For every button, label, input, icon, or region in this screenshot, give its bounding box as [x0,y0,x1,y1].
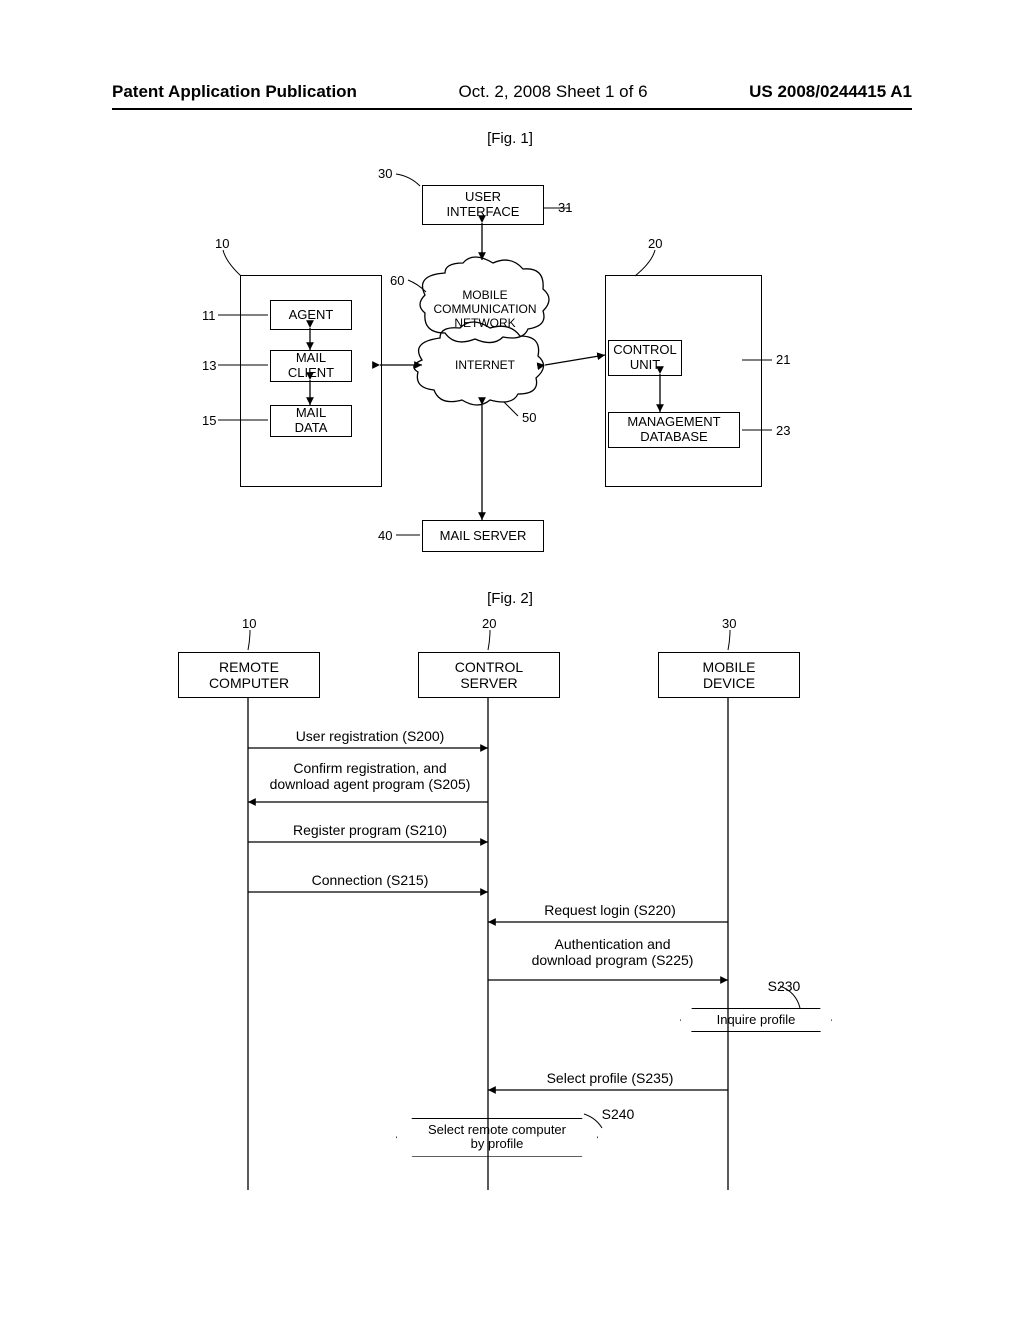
header-right: US 2008/0244415 A1 [749,82,912,102]
figure-1-svg [160,130,860,570]
figure-2-svg [160,590,860,1230]
header-left: Patent Application Publication [112,82,357,102]
header-mid: Oct. 2, 2008 Sheet 1 of 6 [459,82,648,102]
figure-2: [Fig. 2] REMOTE COMPUTER CONTROL SERVER … [160,590,860,1230]
figure-1: [Fig. 1] USER INTERFACE AGENT MAIL CLIEN… [160,130,860,570]
header-rule [112,108,912,110]
